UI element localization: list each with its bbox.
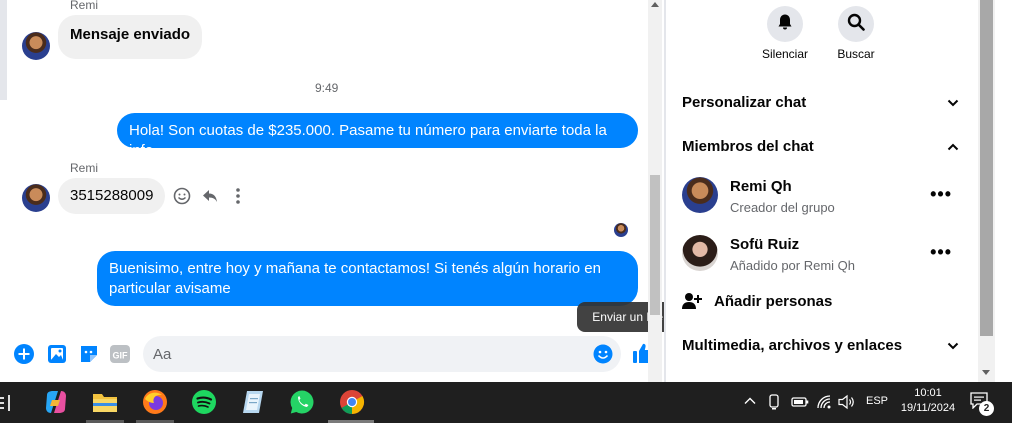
task-view-icon[interactable] [0,395,14,411]
chat-scrollbar[interactable] [648,0,662,382]
chevron-down-icon [946,96,960,110]
avatar[interactable] [22,32,50,60]
svg-text:GIF: GIF [113,351,129,361]
search-label: Buscar [837,47,875,61]
plus-icon[interactable] [14,344,34,364]
notifications-button[interactable]: 2 [969,391,995,416]
notes-app-icon[interactable] [239,388,267,416]
clock-date: 19/11/2024 [900,402,956,414]
member-role: Añadido por Remi Qh [730,258,856,273]
avatar[interactable] [22,184,50,212]
image-icon[interactable] [47,344,67,364]
whatsapp-icon[interactable] [288,388,316,416]
search-button[interactable] [838,6,874,42]
gif-icon[interactable]: GIF [109,344,130,364]
notification-count-badge: 2 [979,401,994,416]
battery-icon[interactable] [791,396,809,411]
chrome-icon[interactable] [338,388,366,416]
avatar[interactable] [682,235,718,271]
message-bubble-incoming[interactable]: 3515288009 [58,178,166,214]
more-options-icon[interactable]: ••• [930,184,952,205]
file-explorer-icon[interactable] [91,388,119,416]
search-icon [847,13,865,36]
language-indicator[interactable]: ESP [866,395,888,407]
read-receipt-avatar [614,223,628,237]
emoji-icon[interactable] [593,344,613,364]
chevron-up-icon [946,140,960,154]
more-options-icon[interactable] [228,186,248,206]
chevron-down-icon [946,339,960,353]
clock-time: 10:01 [914,387,942,399]
add-person-icon [682,292,702,315]
left-edge-strip [0,0,7,100]
add-people-label: Añadir personas [714,293,833,310]
media-files-row[interactable]: Multimedia, archivos y enlaces [666,328,976,362]
window-edge [995,0,1012,382]
mute-button[interactable] [767,6,803,42]
scroll-down-icon[interactable] [982,370,990,375]
member-name: Remi Qh [730,178,792,195]
media-files-title: Multimedia, archivos y enlaces [682,337,903,354]
wifi-icon[interactable] [816,394,832,413]
add-people-row[interactable]: Añadir personas [666,288,976,316]
chat-members-row[interactable]: Miembros del chat [666,130,976,164]
member-item[interactable]: Sofü Ruiz Añadido por Remi Qh ••• [666,230,976,278]
chat-area: Remi Mensaje enviado 9:49 Hola! Son cuot… [0,0,654,382]
bell-icon [776,13,794,36]
chat-info-panel: Silenciar Buscar Personalizar chat Miemb… [666,0,976,382]
scroll-up-icon[interactable] [651,2,659,7]
reply-icon[interactable] [200,186,220,206]
avatar[interactable] [682,177,718,213]
panel-scrollbar[interactable] [978,0,995,382]
chevron-up-icon[interactable] [743,394,757,411]
device-icon[interactable] [767,394,781,413]
copilot-icon[interactable] [42,388,70,416]
speaker-icon[interactable] [838,394,856,413]
firefox-icon[interactable] [141,388,169,416]
scrollbar-thumb[interactable] [650,175,660,315]
message-bubble-outgoing[interactable]: Hola! Son cuotas de $235.000. Pasame tu … [117,113,638,159]
message-input[interactable] [153,344,573,364]
message-composer[interactable] [143,336,621,372]
member-name: Sofü Ruiz [730,236,800,253]
customize-chat-title: Personalizar chat [682,94,807,111]
sticker-icon[interactable] [79,344,99,364]
customize-chat-row[interactable]: Personalizar chat [666,86,976,120]
member-item[interactable]: Remi Qh Creador del grupo ••• [666,172,976,220]
taskbar: ESP 10:01 19/11/2024 2 [0,382,1012,423]
chat-members-title: Miembros del chat [682,138,814,155]
clock[interactable]: 10:01 19/11/2024 [897,386,959,416]
message-bubble-outgoing[interactable]: Buenisimo, entre hoy y mañana te contact… [97,251,638,306]
sender-name: Remi [70,0,99,12]
member-role: Creador del grupo [730,200,835,215]
scrollbar-thumb[interactable] [980,0,993,336]
sender-name: Remi [70,161,99,175]
message-bubble-incoming[interactable]: Mensaje enviado [58,15,203,59]
mute-label: Silenciar [761,47,809,61]
message-timestamp: 9:49 [315,81,339,95]
more-options-icon[interactable]: ••• [930,242,952,263]
spotify-icon[interactable] [190,388,218,416]
react-icon[interactable] [172,186,192,206]
